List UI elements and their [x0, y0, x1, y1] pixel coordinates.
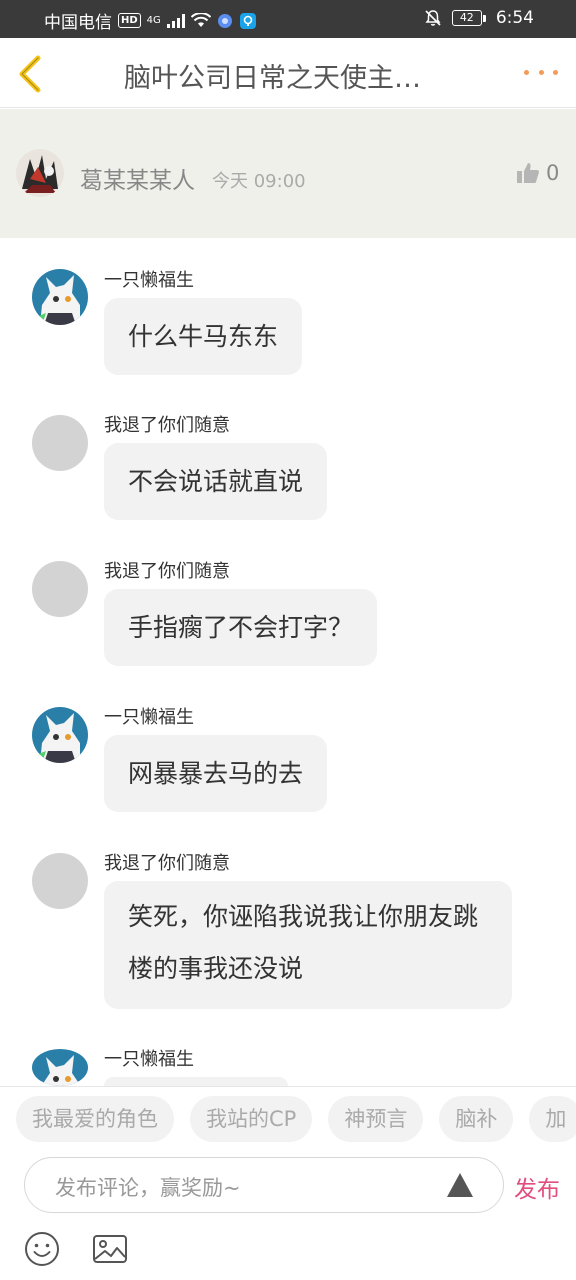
dot-icon [553, 69, 558, 75]
message-bubble[interactable] [104, 1077, 288, 1086]
back-arrow-icon [19, 55, 41, 93]
quick-tag[interactable]: 我最爱的角色 [16, 1096, 174, 1142]
top-nav-bar: 脑叶公司日常之天使主… [0, 38, 576, 108]
message-bubble[interactable]: 手指瘸了不会打字？ [104, 589, 378, 666]
message-bubble[interactable]: 网暴暴去马的去 [104, 735, 328, 812]
quick-tag[interactable]: 我站的CP [190, 1096, 313, 1142]
like-count: 0 [546, 161, 560, 185]
avatar[interactable] [32, 415, 88, 471]
message-bubble[interactable]: 笑死，你诬陷我说我让你朋友跳楼的事我还没说 [104, 881, 512, 1009]
quick-tag[interactable]: 神预言 [328, 1096, 424, 1142]
post-author-section: 葛某某某人 今天 09:00 0 [0, 109, 576, 238]
sender-name: 一只懒福生 [104, 270, 194, 291]
comment-input[interactable]: 发布评论，赢奖励~ [24, 1157, 504, 1213]
quick-tag[interactable]: 脑补 [439, 1096, 514, 1142]
status-bar: 中国电信 HD 4G 42 6:54 [0, 0, 576, 38]
network-type: 4G [146, 14, 161, 26]
emoji-icon[interactable] [24, 1231, 60, 1267]
triangle-icon[interactable] [445, 1171, 475, 1199]
dot-icon [524, 69, 529, 75]
message-bubble[interactable]: 不会说话就直说 [104, 443, 328, 520]
thumbs-up-icon[interactable] [516, 161, 540, 185]
quick-tag[interactable]: 加 [529, 1096, 576, 1142]
comment-bar: 我最爱的角色 我站的CP 神预言 脑补加 发布评论，赢奖励~ 发布 [0, 1086, 576, 1280]
clock: 6:54 [495, 8, 534, 28]
hd-badge: HD [118, 13, 141, 28]
dot-icon [538, 69, 544, 75]
sender-name: 一只懒福生 [104, 707, 194, 728]
comment-placeholder: 发布评论，赢奖励~ [55, 1176, 241, 1200]
post-timestamp: 今天 09:00 [212, 171, 306, 192]
signal-icon [166, 13, 185, 28]
avatar[interactable] [32, 707, 88, 763]
image-icon[interactable] [92, 1231, 128, 1267]
avatar[interactable] [32, 1049, 88, 1086]
author-name[interactable]: 葛某某某人 [80, 161, 195, 195]
battery-level: 42 [451, 10, 482, 26]
sender-name: 我退了你们随意 [104, 561, 230, 582]
more-options-button[interactable] [524, 60, 558, 84]
message-bubble[interactable]: 什么牛马东东 [104, 298, 303, 375]
app-notification-icon-2 [239, 12, 257, 30]
mute-bell-icon [424, 9, 442, 27]
wifi-icon [190, 13, 211, 28]
battery-icon: 42 [451, 10, 486, 26]
publish-button[interactable]: 发布 [514, 1170, 560, 1204]
sender-name: 我退了你们随意 [104, 853, 230, 874]
quick-tag-list: 我最爱的角色 我站的CP 神预言 脑补加 [16, 1096, 576, 1142]
avatar[interactable] [32, 269, 88, 325]
back-button[interactable] [12, 52, 52, 96]
sender-name: 我退了你们随意 [104, 415, 230, 436]
avatar[interactable] [32, 853, 88, 909]
page-title: 脑叶公司日常之天使主… [124, 63, 421, 94]
app-notification-icon [217, 13, 233, 29]
avatar[interactable] [32, 561, 88, 617]
carrier-label: 中国电信 [44, 13, 112, 33]
author-avatar[interactable] [16, 149, 64, 197]
sender-name: 一只懒福生 [104, 1049, 194, 1070]
